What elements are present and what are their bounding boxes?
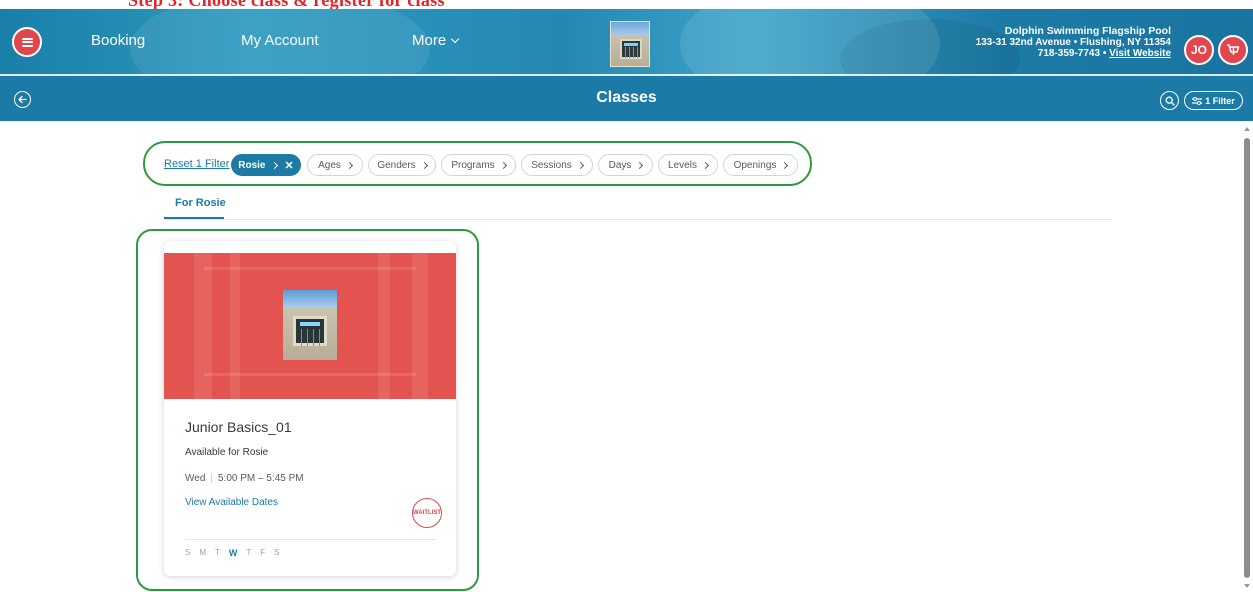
user-avatar[interactable]: JO [1184,35,1214,65]
waitlist-badge: WAITLIST [412,498,442,528]
class-card[interactable]: Junior Basics_01 Available for Rosie Wed… [164,241,456,576]
reset-filter-link[interactable]: Reset 1 Filter [164,158,229,170]
class-availability: Available for Rosie [185,447,269,458]
chevron-right-icon [781,161,789,169]
page-title: Classes [596,89,657,106]
venue-address: 133-31 32nd Avenue • Flushing, NY 11354 [975,37,1171,48]
chevron-right-icon [345,161,353,169]
weekday-mon: M [199,548,207,557]
shopping-cart-icon [1227,44,1240,55]
search-button[interactable] [1160,91,1179,110]
filter-chip-label: Openings [733,159,777,171]
filter-chip-days[interactable]: Days [598,154,653,176]
venue-separator: • [1100,48,1110,59]
card-divider [185,539,436,540]
filter-chip-genders[interactable]: Genders [368,154,436,176]
weekday-sat: S [274,548,280,557]
filter-chip-rosie[interactable]: Rosie ✕ [231,154,301,176]
scroll-down-arrow-icon[interactable] [1244,584,1250,588]
weekday-sun: S [185,548,191,557]
filter-chip-openings[interactable]: Openings [723,154,798,176]
cart-button[interactable] [1218,35,1248,65]
filter-button[interactable]: 1 Filter [1184,91,1243,110]
filter-chip-levels[interactable]: Levels [658,154,718,176]
chevron-right-icon [701,161,709,169]
search-icon [1165,96,1175,106]
class-time: 5:00 PM – 5:45 PM [218,473,304,484]
filter-chip-ages[interactable]: Ages [307,154,363,176]
menu-button[interactable] [12,27,42,57]
filter-chip-label: Sessions [531,159,572,171]
weekday-thu: T [246,548,252,557]
filter-chip-label: Days [608,159,632,171]
weekday-indicator: S M T W T F S [185,548,280,558]
scroll-up-arrow-icon[interactable] [1244,127,1250,131]
chevron-right-icon [270,161,278,169]
tab-active-indicator [164,217,224,219]
filter-chip-programs[interactable]: Programs [441,154,516,176]
filter-chip-label: Ages [318,159,341,171]
venue-info: Dolphin Swimming Flagship Pool 133-31 32… [975,25,1171,60]
venue-logo[interactable] [610,21,650,67]
chevron-right-icon [420,161,428,169]
chevron-right-icon [636,161,644,169]
filter-chip-label: Programs [451,159,495,171]
scrollbar-thumb[interactable] [1244,138,1250,578]
weekday-tue: T [215,548,220,557]
nav-my-account[interactable]: My Account [241,32,319,49]
class-schedule: Wed | 5:00 PM – 5:45 PM [185,473,304,484]
chevron-right-icon [499,161,507,169]
tab-divider [164,219,1112,220]
view-available-dates-link[interactable]: View Available Dates [185,497,278,508]
weekday-fri: F [260,548,266,557]
site-header: Booking My Account More Dolphin Swimming… [0,9,1253,76]
filter-chip-sessions[interactable]: Sessions [521,154,593,176]
classes-toolbar: Classes 1 Filter [0,76,1253,121]
class-day: Wed [185,473,206,484]
chevron-right-icon [576,161,584,169]
hamburger-menu-icon [21,37,33,47]
venue-phone: 718-359-7743 [1037,48,1101,59]
tab-for-rosie[interactable]: For Rosie [175,197,226,209]
visit-website-link[interactable]: Visit Website [1109,48,1171,59]
filter-count-label: 1 Filter [1205,95,1235,106]
filter-chip-label: Rosie [238,159,266,171]
sliders-icon [1192,96,1203,105]
class-title: Junior Basics_01 [185,419,292,435]
weekday-wed: W [228,548,238,558]
filter-chip-label: Genders [377,159,416,171]
class-card-image [164,253,456,399]
nav-more-label: More [412,32,447,49]
instruction-banner-text: Step 3: Choose class & register for clas… [128,0,445,9]
venue-name: Dolphin Swimming Flagship Pool [1004,25,1171,37]
close-icon[interactable]: ✕ [285,159,294,172]
chevron-down-icon [450,34,460,44]
instruction-banner: Step 3: Choose class & register for clas… [0,0,1253,9]
nav-more[interactable]: More [412,32,460,49]
nav-booking[interactable]: Booking [91,32,145,49]
filter-chip-label: Levels [668,159,697,171]
